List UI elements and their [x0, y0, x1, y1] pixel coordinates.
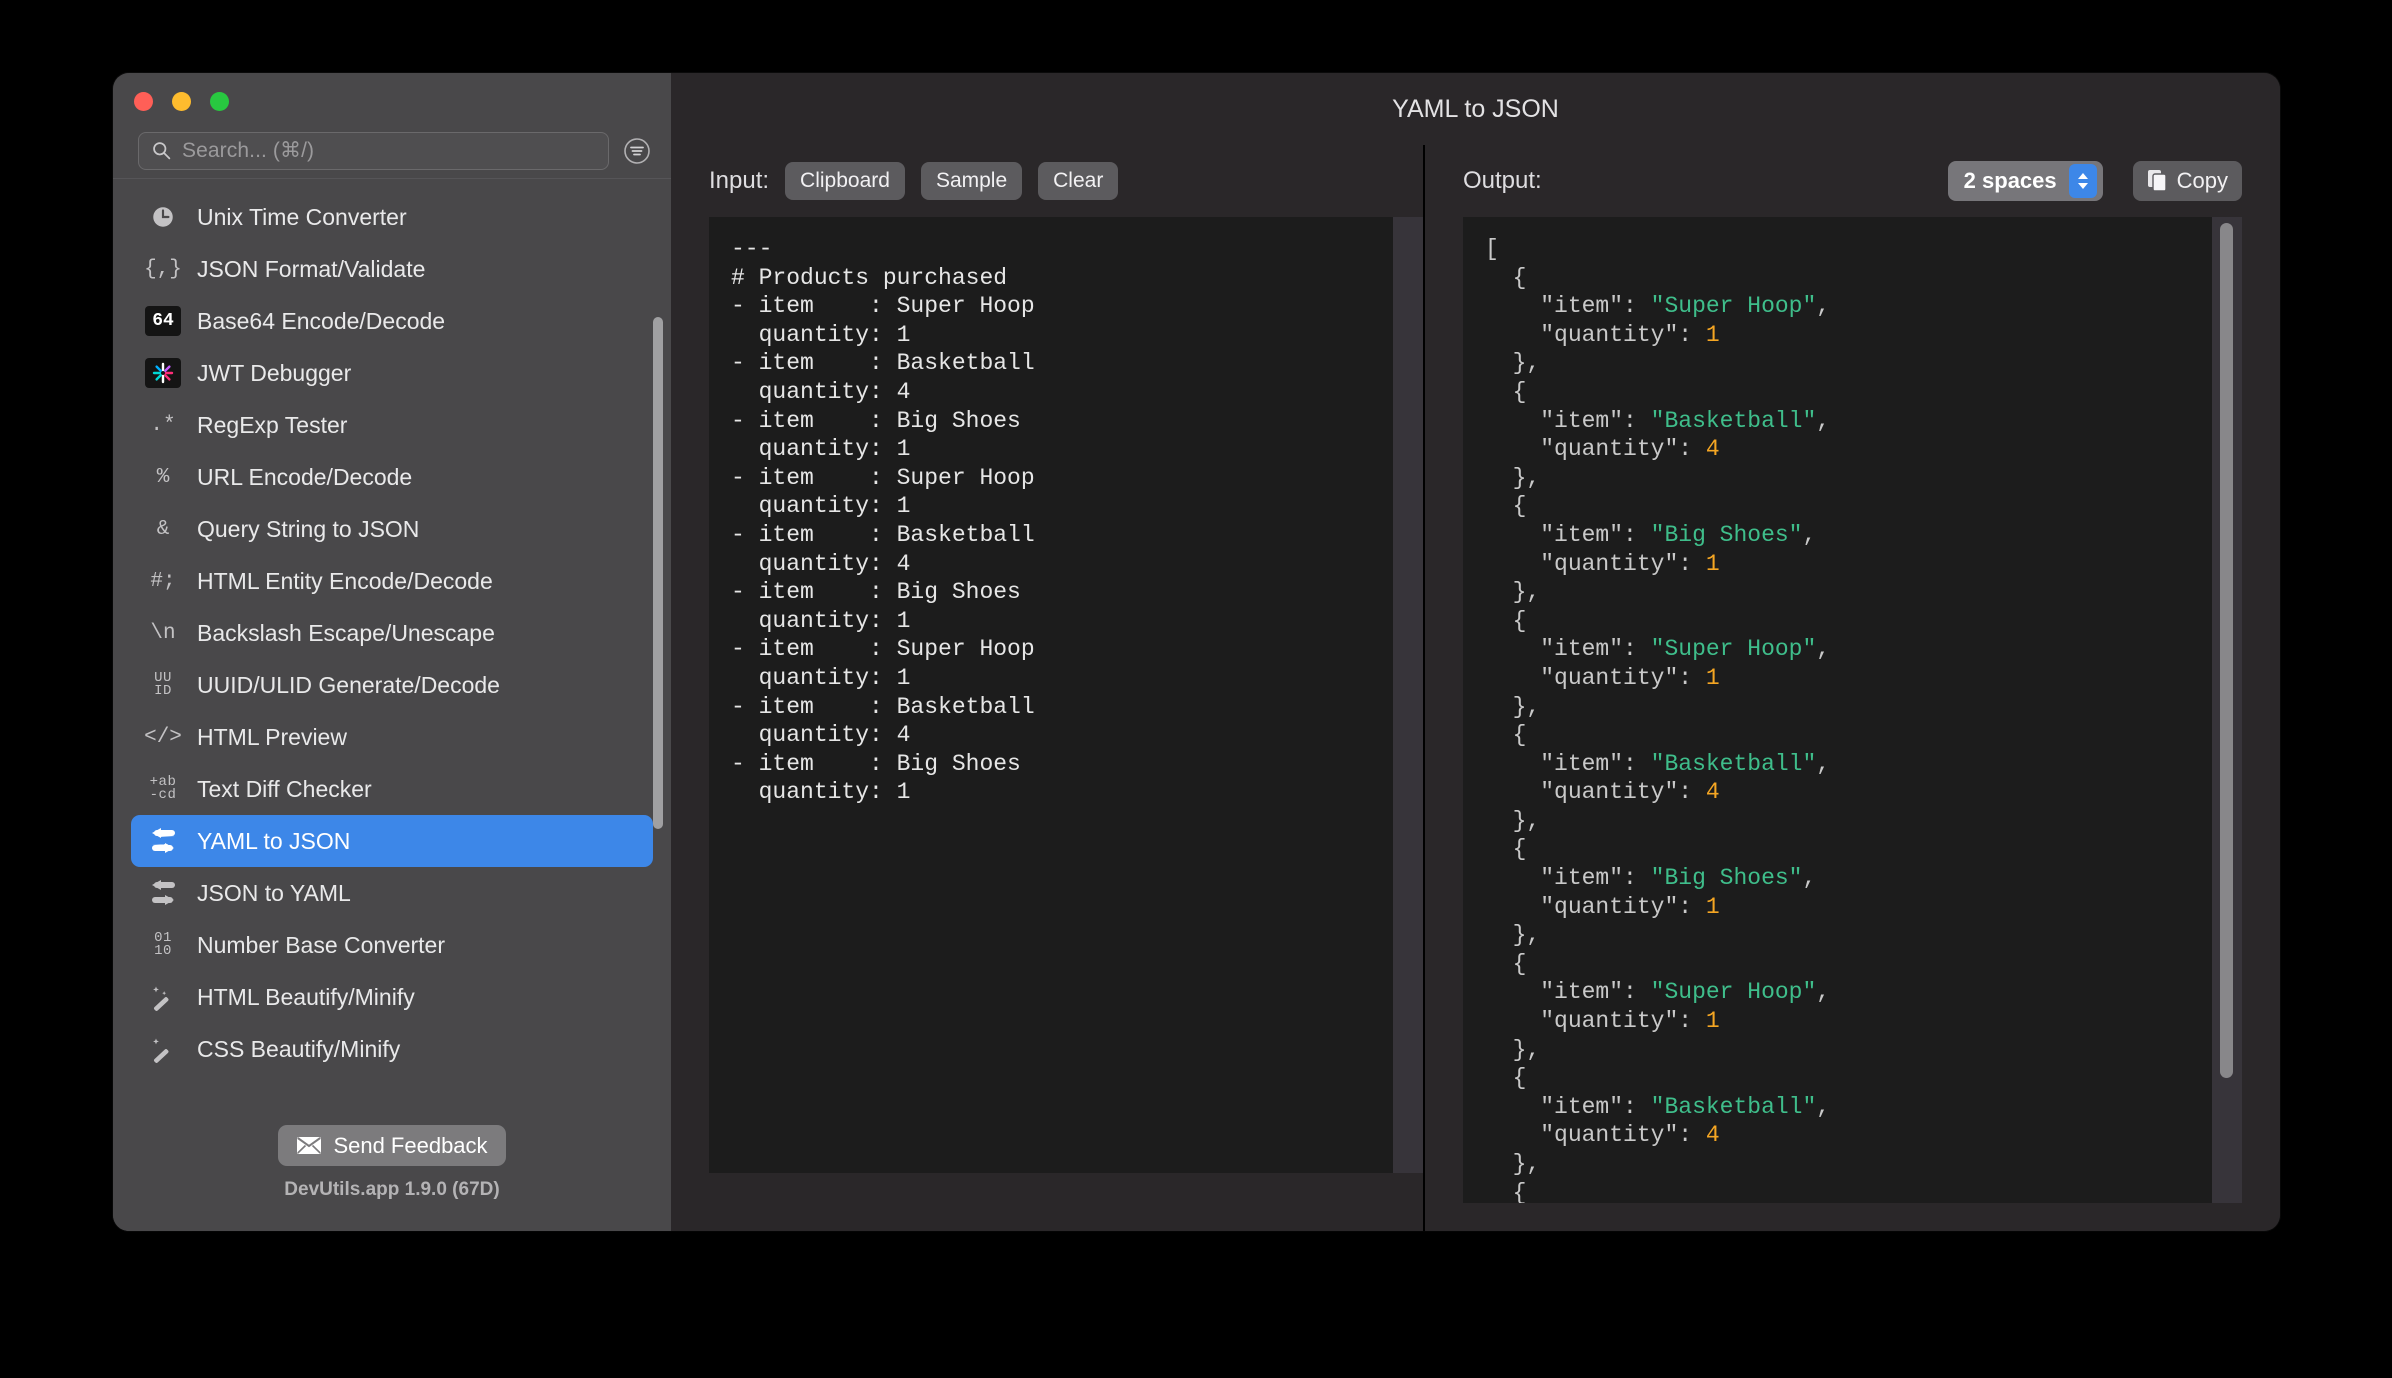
- sidebar-item-label: RegExp Tester: [197, 411, 348, 438]
- copy-pages-icon: [2147, 170, 2167, 192]
- sidebar-item-unix-time-converter[interactable]: Unix Time Converter: [131, 191, 653, 243]
- page-title: YAML to JSON: [1392, 94, 1559, 123]
- magic-wand-icon: [145, 1033, 181, 1065]
- sidebar-scrollbar[interactable]: [653, 317, 663, 829]
- sidebar-item-text-diff-checker[interactable]: +ab -cd Text Diff Checker: [131, 763, 653, 815]
- sidebar: Search... (⌘/) Unix Time Converter {,} J…: [113, 73, 671, 1231]
- convert-arrows-icon: [145, 877, 181, 909]
- sidebar-item-number-base-converter[interactable]: 01 10 Number Base Converter: [131, 919, 653, 971]
- clear-button[interactable]: Clear: [1038, 162, 1119, 200]
- search-icon: [153, 142, 171, 160]
- input-toolbar: Input: Clipboard Sample Clear: [709, 145, 1423, 217]
- base64-icon: 64: [145, 306, 181, 336]
- output-label: Output:: [1463, 167, 1542, 194]
- hash-semicolon-icon: #;: [150, 569, 176, 593]
- input-text[interactable]: --- # Products purchased - item : Super …: [709, 217, 1423, 825]
- app-window: Search... (⌘/) Unix Time Converter {,} J…: [113, 73, 2280, 1231]
- zoom-button[interactable]: [210, 92, 229, 111]
- sidebar-item-label: Base64 Encode/Decode: [197, 307, 446, 334]
- sidebar-item-label: HTML Entity Encode/Decode: [197, 567, 493, 594]
- text-diff-icon: +ab -cd: [149, 773, 177, 803]
- sidebar-item-regexp-tester[interactable]: .* RegExp Tester: [131, 399, 653, 451]
- send-feedback-button[interactable]: Send Feedback: [278, 1125, 506, 1166]
- tool-list: Unix Time Converter {,} JSON Format/Vali…: [113, 179, 671, 1113]
- search-placeholder: Search... (⌘/): [182, 139, 315, 162]
- main-content: YAML to JSON Input: Clipboard Sample Cle…: [671, 73, 2280, 1231]
- uuid-icon: UU ID: [154, 669, 172, 699]
- input-label: Input:: [709, 167, 770, 194]
- backslash-n-icon: \n: [150, 621, 176, 645]
- sidebar-item-label: URL Encode/Decode: [197, 463, 413, 490]
- sidebar-item-html-beautify-minify[interactable]: HTML Beautify/Minify: [131, 971, 653, 1023]
- indent-select-value: 2 spaces: [1963, 168, 2057, 193]
- sidebar-item-label: JSON Format/Validate: [197, 255, 426, 282]
- code-tags-icon: </>: [144, 725, 182, 749]
- sidebar-item-label: Query String to JSON: [197, 515, 420, 542]
- binary-icon: 01 10: [154, 929, 172, 959]
- sample-button[interactable]: Sample: [920, 162, 1023, 200]
- jwt-icon: [145, 358, 181, 388]
- envelope-icon: [297, 1137, 322, 1154]
- output-text[interactable]: [ { "item": "Super Hoop", "quantity": 1 …: [1463, 217, 2242, 1203]
- sidebar-search-row: Search... (⌘/): [113, 123, 671, 178]
- sidebar-item-label: JWT Debugger: [197, 359, 352, 386]
- input-scrollbar-track[interactable]: [1393, 217, 1423, 1173]
- percent-icon: %: [156, 465, 170, 489]
- sidebar-item-label: JSON to YAML: [197, 879, 351, 906]
- sidebar-item-label: Backslash Escape/Unescape: [197, 619, 495, 646]
- filter-list-icon[interactable]: [623, 137, 651, 165]
- sidebar-item-css-beautify-minify[interactable]: CSS Beautify/Minify: [131, 1023, 653, 1075]
- chevron-up-down-icon[interactable]: [2068, 164, 2097, 198]
- input-pane: Input: Clipboard Sample Clear --- # Prod…: [671, 145, 1423, 1231]
- sidebar-item-label: Text Diff Checker: [197, 775, 372, 802]
- copy-button[interactable]: Copy: [2132, 161, 2242, 201]
- sidebar-item-label: Number Base Converter: [197, 931, 445, 958]
- sidebar-item-jwt-debugger[interactable]: JWT Debugger: [131, 347, 653, 399]
- sidebar-item-label: CSS Beautify/Minify: [197, 1035, 401, 1062]
- sidebar-item-html-preview[interactable]: </> HTML Preview: [131, 711, 653, 763]
- output-scrollbar-thumb[interactable]: [2220, 223, 2233, 1079]
- clipboard-button[interactable]: Clipboard: [785, 162, 905, 200]
- sidebar-item-json-format-validate[interactable]: {,} JSON Format/Validate: [131, 243, 653, 295]
- sidebar-item-url-encode-decode[interactable]: % URL Encode/Decode: [131, 451, 653, 503]
- sidebar-item-label: Unix Time Converter: [197, 203, 407, 230]
- ampersand-icon: &: [156, 517, 170, 541]
- sidebar-item-json-to-yaml[interactable]: JSON to YAML: [131, 867, 653, 919]
- search-input[interactable]: Search... (⌘/): [138, 131, 609, 170]
- output-toolbar: Output: 2 spaces Copy: [1463, 145, 2242, 217]
- app-version: DevUtils.app 1.9.0 (67D): [284, 1179, 500, 1200]
- sidebar-item-query-string-to-json[interactable]: & Query String to JSON: [131, 503, 653, 555]
- close-button[interactable]: [134, 92, 153, 111]
- sidebar-item-base64-encode-decode[interactable]: 64 Base64 Encode/Decode: [131, 295, 653, 347]
- clock-icon: [145, 201, 181, 233]
- output-pane: Output: 2 spaces Copy [{"item": "Super…: [1425, 145, 2280, 1231]
- output-scrollbar-track[interactable]: [2212, 217, 2242, 1203]
- traffic-lights: [134, 92, 229, 111]
- regexp-asterisk-icon: .*: [150, 413, 176, 437]
- braces-icon: {,}: [144, 257, 182, 281]
- sidebar-item-label: HTML Beautify/Minify: [197, 983, 415, 1010]
- output-editor[interactable]: [ { "item": "Super Hoop", "quantity": 1 …: [1463, 217, 2242, 1203]
- sidebar-item-label: HTML Preview: [197, 723, 347, 750]
- sidebar-item-label: UUID/ULID Generate/Decode: [197, 671, 500, 698]
- convert-arrows-icon: [145, 825, 181, 857]
- indent-select[interactable]: 2 spaces: [1947, 161, 2103, 201]
- sidebar-item-html-entity-encode-decode[interactable]: #; HTML Entity Encode/Decode: [131, 555, 653, 607]
- magic-wand-icon: [145, 981, 181, 1013]
- input-editor[interactable]: --- # Products purchased - item : Super …: [709, 217, 1423, 1173]
- sidebar-item-uuid-ulid-generate-decode[interactable]: UU ID UUID/ULID Generate/Decode: [131, 659, 653, 711]
- sidebar-footer: Send Feedback DevUtils.app 1.9.0 (67D): [113, 1113, 671, 1231]
- sidebar-item-yaml-to-json[interactable]: YAML to JSON: [131, 815, 653, 867]
- panes-container: Input: Clipboard Sample Clear --- # Prod…: [671, 145, 2280, 1231]
- sidebar-item-label: YAML to JSON: [197, 827, 351, 854]
- minimize-button[interactable]: [172, 92, 191, 111]
- copy-label: Copy: [2176, 168, 2228, 193]
- sidebar-item-backslash-escape-unescape[interactable]: \n Backslash Escape/Unescape: [131, 607, 653, 659]
- send-feedback-label: Send Feedback: [333, 1132, 488, 1158]
- window-titlebar: [113, 73, 671, 123]
